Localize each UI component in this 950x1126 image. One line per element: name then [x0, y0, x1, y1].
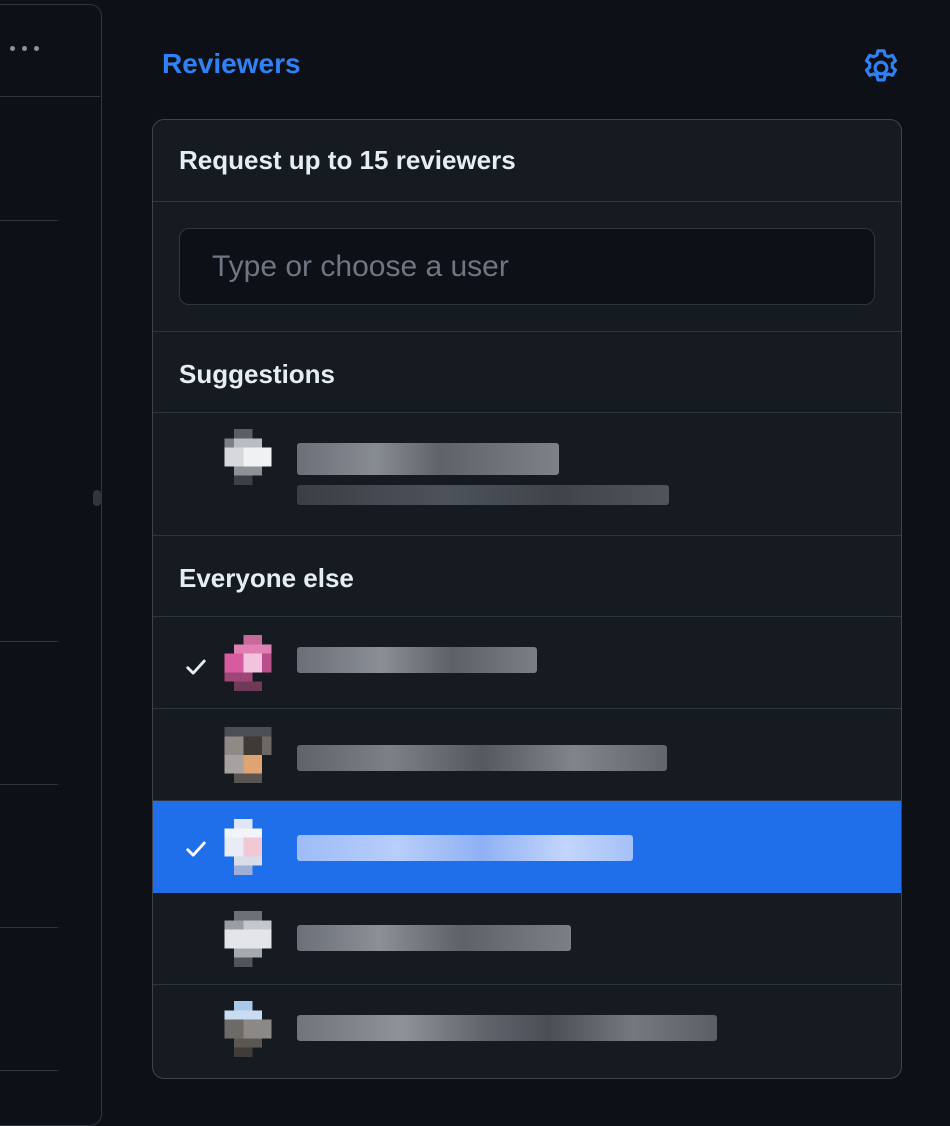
- filter-container: [153, 202, 901, 332]
- gear-icon[interactable]: [859, 46, 903, 90]
- divider: [0, 96, 100, 97]
- divider: [0, 784, 58, 785]
- avatar: [224, 819, 262, 875]
- redacted-username: [297, 1015, 717, 1041]
- avatar: [224, 727, 272, 783]
- left-panel: [0, 0, 102, 1126]
- dropdown-header: Request up to 15 reviewers: [153, 120, 901, 202]
- avatar: [224, 1001, 272, 1057]
- avatar: [224, 635, 272, 691]
- user-item[interactable]: [153, 709, 901, 801]
- redacted-fullname: [297, 485, 669, 505]
- check-icon: [186, 659, 206, 675]
- divider: [0, 641, 58, 642]
- redacted-username: [297, 835, 633, 861]
- redacted-username: [297, 925, 571, 951]
- redacted-username: [297, 745, 667, 771]
- section-everyone-else: Everyone else: [153, 536, 901, 617]
- section-suggestions: Suggestions: [153, 332, 901, 413]
- user-item[interactable]: [153, 985, 901, 1077]
- reviewers-heading[interactable]: Reviewers: [162, 48, 301, 80]
- check-icon: [186, 841, 206, 857]
- avatar: [224, 911, 272, 967]
- reviewers-dropdown: Request up to 15 reviewers Suggestions E…: [152, 119, 902, 1079]
- redacted-username: [297, 443, 559, 475]
- suggestion-item[interactable]: [153, 413, 901, 536]
- divider: [0, 927, 58, 928]
- user-search-input[interactable]: [179, 228, 875, 305]
- redacted-username: [297, 647, 537, 673]
- divider: [0, 1070, 58, 1071]
- divider: [0, 220, 58, 221]
- avatar: [224, 429, 272, 485]
- user-item[interactable]: [153, 617, 901, 709]
- left-card: [0, 4, 102, 1126]
- user-item-selected[interactable]: [153, 801, 901, 893]
- kebab-horizontal-icon[interactable]: [10, 40, 54, 56]
- user-item[interactable]: [153, 893, 901, 985]
- timeline-marker: [93, 490, 101, 506]
